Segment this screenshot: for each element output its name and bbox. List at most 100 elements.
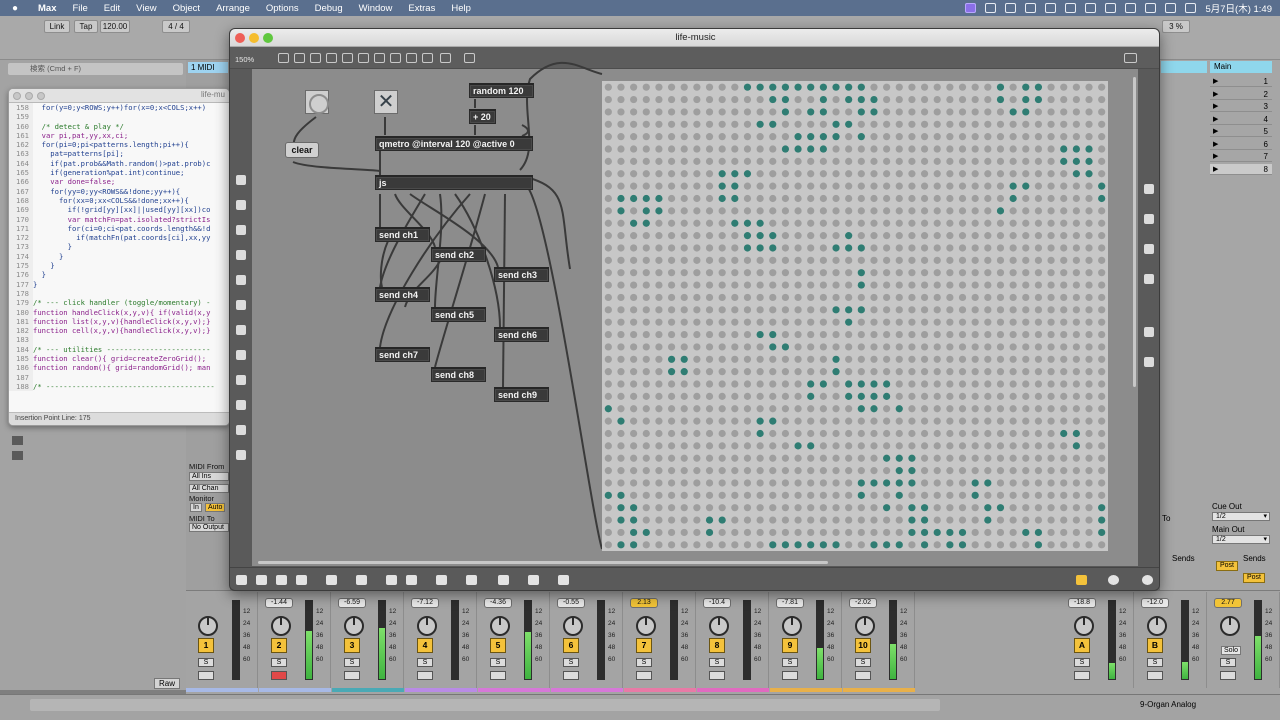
solo-button[interactable]: S	[1147, 658, 1163, 667]
life-cell[interactable]	[946, 170, 954, 178]
life-cell-alive[interactable]	[794, 145, 802, 153]
life-cell[interactable]	[794, 405, 802, 413]
life-cell[interactable]	[895, 244, 903, 252]
life-cell[interactable]	[1009, 429, 1017, 438]
life-cell[interactable]	[908, 355, 916, 363]
life-cell[interactable]	[604, 528, 612, 537]
life-cell[interactable]	[1034, 405, 1043, 413]
life-cell[interactable]	[870, 442, 878, 450]
life-cell[interactable]	[693, 244, 701, 252]
volume-field[interactable]: -1.44	[265, 598, 293, 608]
life-cell[interactable]	[705, 504, 714, 512]
life-cell-alive[interactable]	[819, 380, 827, 388]
life-cell[interactable]	[946, 83, 954, 91]
life-cell[interactable]	[655, 454, 663, 462]
life-cell[interactable]	[604, 244, 612, 252]
life-cell[interactable]	[731, 516, 739, 524]
life-cell-alive[interactable]	[971, 491, 979, 499]
life-cell[interactable]	[794, 343, 802, 351]
life-cell[interactable]	[958, 83, 967, 91]
play-icon[interactable]: ▶	[1213, 151, 1218, 162]
life-cell[interactable]	[920, 491, 929, 499]
life-cell[interactable]	[617, 380, 625, 388]
life-cell[interactable]	[1060, 318, 1068, 326]
life-cell[interactable]	[1034, 392, 1043, 400]
life-cell-alive[interactable]	[705, 516, 714, 524]
life-cell[interactable]	[908, 429, 916, 438]
life-cell[interactable]	[1047, 120, 1055, 128]
life-cell[interactable]	[958, 219, 967, 227]
life-cell[interactable]	[655, 219, 663, 227]
life-cell[interactable]	[984, 108, 992, 116]
life-cell[interactable]	[655, 343, 663, 351]
life-cell[interactable]	[680, 108, 688, 116]
life-cell[interactable]	[883, 182, 891, 190]
life-cell[interactable]	[604, 318, 612, 326]
life-cell[interactable]	[1098, 343, 1106, 351]
life-cell[interactable]	[794, 392, 802, 400]
life-cell[interactable]	[996, 281, 1005, 289]
life-cell[interactable]	[958, 95, 967, 104]
life-cell[interactable]	[933, 306, 941, 314]
life-cell-alive[interactable]	[845, 232, 853, 240]
life-cell[interactable]	[617, 133, 625, 141]
life-cell[interactable]	[769, 380, 777, 388]
life-cell[interactable]	[655, 232, 663, 240]
life-cell[interactable]	[781, 269, 790, 277]
life-cell[interactable]	[680, 133, 688, 141]
life-cell[interactable]	[769, 491, 777, 499]
life-cell[interactable]	[680, 281, 688, 289]
life-cell[interactable]	[1072, 293, 1080, 302]
life-cell[interactable]	[705, 293, 714, 302]
life-cell[interactable]	[832, 392, 840, 400]
life-cell-alive[interactable]	[895, 479, 903, 487]
life-cell[interactable]	[895, 442, 903, 450]
life-cell-alive[interactable]	[883, 392, 891, 400]
life-cell[interactable]	[1022, 405, 1030, 413]
life-cell[interactable]	[883, 194, 891, 203]
life-cell[interactable]	[705, 479, 714, 487]
life-cell-alive[interactable]	[883, 541, 891, 549]
life-cell[interactable]	[883, 281, 891, 289]
life-cell[interactable]	[1072, 194, 1080, 203]
life-cell-alive[interactable]	[845, 244, 853, 252]
life-cell[interactable]	[933, 417, 941, 425]
life-cell[interactable]	[604, 182, 612, 190]
life-cell[interactable]	[1034, 454, 1043, 462]
code-line[interactable]: 159	[9, 112, 229, 122]
life-cell[interactable]	[630, 95, 638, 104]
life-cell[interactable]	[642, 491, 650, 499]
life-cell[interactable]	[883, 207, 891, 215]
life-cell[interactable]	[958, 194, 967, 203]
wand-icon[interactable]	[466, 575, 477, 585]
life-cell[interactable]	[984, 405, 992, 413]
life-cell[interactable]	[667, 207, 676, 215]
life-cell[interactable]	[996, 343, 1005, 351]
life-cell[interactable]	[680, 145, 688, 153]
life-cell-alive[interactable]	[819, 83, 827, 91]
life-cell[interactable]	[984, 133, 992, 141]
life-cell[interactable]	[642, 467, 650, 475]
life-cell[interactable]	[807, 157, 815, 165]
life-cell-alive[interactable]	[1034, 83, 1043, 91]
life-cell[interactable]	[971, 417, 979, 425]
life-cell[interactable]	[794, 108, 802, 116]
life-cell[interactable]	[731, 442, 739, 450]
life-cell[interactable]	[617, 293, 625, 302]
life-cell[interactable]	[642, 232, 650, 240]
life-cell[interactable]	[807, 293, 815, 302]
scene-launch-6[interactable]: ▶ 6	[1210, 139, 1272, 150]
close-icon[interactable]	[13, 92, 21, 100]
life-cell[interactable]	[769, 479, 777, 487]
life-cell[interactable]	[1022, 355, 1030, 363]
life-cell-alive[interactable]	[743, 244, 752, 252]
life-cell-alive[interactable]	[756, 417, 764, 425]
menu-help[interactable]: Help	[443, 3, 479, 14]
life-cell[interactable]	[845, 454, 853, 462]
life-cell[interactable]	[794, 157, 802, 165]
life-cell[interactable]	[781, 244, 790, 252]
arm-button[interactable]	[636, 671, 652, 680]
life-cell[interactable]	[731, 380, 739, 388]
life-cell[interactable]	[807, 491, 815, 499]
life-cell[interactable]	[693, 318, 701, 326]
